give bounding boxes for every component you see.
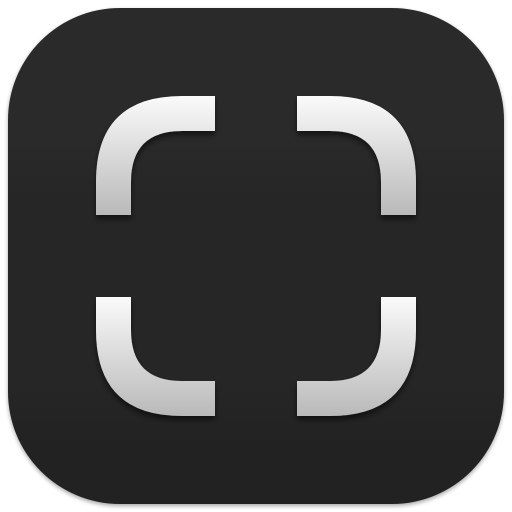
scan-frame-icon[interactable] — [0, 0, 512, 512]
icon-tile-background — [8, 8, 504, 504]
app-icon-stage — [0, 0, 512, 512]
